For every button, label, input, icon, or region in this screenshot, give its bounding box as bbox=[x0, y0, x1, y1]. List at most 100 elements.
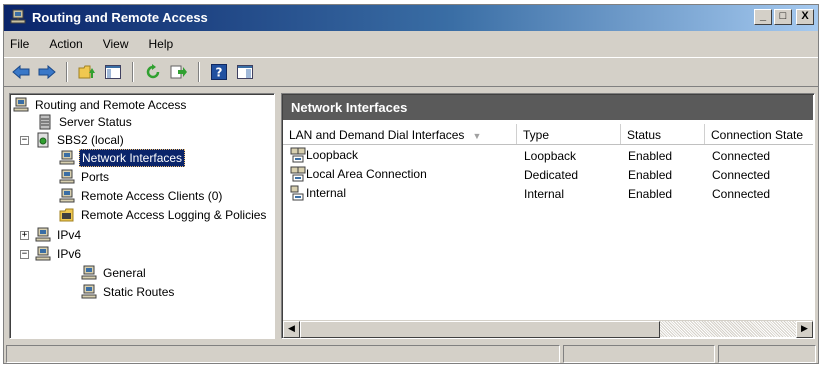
ports-icon bbox=[59, 169, 75, 184]
tree-item-logging-policies[interactable]: Remote Access Logging & Policies bbox=[59, 206, 268, 224]
toolbar-separator bbox=[132, 62, 134, 82]
menu-file[interactable]: File bbox=[10, 37, 29, 51]
server-icon bbox=[37, 132, 49, 148]
routing-app-icon bbox=[10, 9, 26, 24]
export-list-icon bbox=[170, 65, 187, 79]
cell-connection-state: Connected bbox=[712, 187, 771, 201]
show-hide-tree-button[interactable] bbox=[102, 61, 124, 83]
back-button[interactable] bbox=[10, 61, 32, 83]
properties-view-button[interactable] bbox=[234, 61, 256, 83]
status-segment bbox=[562, 345, 716, 363]
list-header: LAN and Demand Dial Interfaces ▼ Type Sta… bbox=[283, 124, 813, 145]
tree-item-remote-access-clients[interactable]: Remote Access Clients (0) bbox=[59, 187, 224, 205]
cell-type: Loopback bbox=[524, 149, 577, 163]
tree-label: Network Interfaces bbox=[79, 149, 186, 167]
minimize-button[interactable]: _ bbox=[754, 9, 772, 25]
remote-clients-icon bbox=[59, 188, 75, 203]
static-routes-icon bbox=[81, 284, 97, 299]
tree-label: SBS2 (local) bbox=[57, 133, 124, 147]
tree-label: Routing and Remote Access bbox=[35, 98, 187, 112]
cell-status: Enabled bbox=[628, 149, 673, 163]
status-segment bbox=[6, 345, 560, 363]
toolbar-separator bbox=[198, 62, 200, 82]
menu-action[interactable]: Action bbox=[49, 37, 82, 51]
maximize-button[interactable]: □ bbox=[774, 9, 792, 25]
tree-label: Remote Access Logging & Policies bbox=[81, 208, 267, 222]
refresh-icon bbox=[146, 64, 160, 79]
tree-item-routing-root[interactable]: Routing and Remote Access bbox=[13, 96, 188, 114]
network-adapter-icon bbox=[290, 147, 306, 163]
network-interface-icon bbox=[59, 150, 75, 165]
tree-item-server[interactable]: − SBS2 (local) bbox=[20, 131, 126, 149]
interface-name: Loopback bbox=[306, 148, 359, 162]
cell-interface: Loopback bbox=[290, 147, 358, 163]
menu-view[interactable]: View bbox=[103, 37, 129, 51]
export-list-button[interactable] bbox=[168, 61, 190, 83]
console-tree[interactable]: Routing and Remote Access Server Status … bbox=[9, 93, 275, 339]
menu-help[interactable]: Help bbox=[149, 37, 174, 51]
help-icon: ? bbox=[211, 64, 227, 80]
server-computer-icon bbox=[13, 97, 29, 112]
column-label: LAN and Demand Dial Interfaces bbox=[289, 128, 465, 142]
tree-label: Server Status bbox=[59, 115, 132, 129]
svg-text:?: ? bbox=[216, 66, 223, 80]
cell-connection-state: Connected bbox=[712, 149, 771, 163]
tree-label: Static Routes bbox=[103, 285, 175, 299]
cell-type: Dedicated bbox=[524, 168, 579, 182]
collapse-toggle[interactable]: − bbox=[20, 135, 29, 145]
details-pane: Network Interfaces LAN and Demand Dial I… bbox=[281, 93, 815, 339]
scroll-right-button[interactable]: ▶ bbox=[796, 321, 813, 338]
help-button[interactable]: ? bbox=[208, 61, 230, 83]
server-status-icon bbox=[39, 114, 51, 130]
show-hide-tree-icon bbox=[105, 65, 121, 79]
scroll-thumb[interactable] bbox=[300, 321, 660, 338]
up-one-level-button[interactable] bbox=[76, 61, 98, 83]
column-header-type[interactable]: Type bbox=[517, 124, 621, 144]
details-title: Network Interfaces bbox=[283, 95, 813, 120]
interface-name: Internal bbox=[306, 186, 347, 200]
ipv4-icon bbox=[35, 227, 51, 242]
main-window: Routing and Remote Access _ □ X File Act… bbox=[3, 4, 819, 364]
column-header-connection-state[interactable]: Connection State bbox=[705, 124, 814, 144]
cell-interface: Local Area Connection bbox=[290, 166, 427, 182]
tree-item-static-routes[interactable]: Static Routes bbox=[81, 283, 176, 301]
tree-item-ports[interactable]: Ports bbox=[59, 168, 111, 186]
ipv6-icon bbox=[35, 246, 51, 261]
menu-bar: File Action View Help bbox=[4, 32, 818, 56]
cell-status: Enabled bbox=[628, 187, 673, 201]
interface-name: Local Area Connection bbox=[306, 167, 427, 181]
collapse-toggle[interactable]: − bbox=[20, 249, 29, 259]
tree-item-ipv4[interactable]: + IPv4 bbox=[20, 226, 83, 244]
forward-icon bbox=[38, 65, 56, 79]
status-bar bbox=[4, 345, 818, 364]
tree-item-ipv6[interactable]: − IPv6 bbox=[20, 245, 83, 263]
refresh-button[interactable] bbox=[142, 61, 164, 83]
close-button[interactable]: X bbox=[796, 9, 814, 25]
toolbar: ? bbox=[4, 57, 818, 87]
column-header-interfaces[interactable]: LAN and Demand Dial Interfaces ▼ bbox=[283, 124, 517, 144]
title-bar[interactable]: Routing and Remote Access _ □ X bbox=[4, 5, 818, 31]
scroll-left-button[interactable]: ◀ bbox=[283, 321, 300, 338]
up-folder-icon bbox=[78, 65, 95, 79]
tree-label: IPv6 bbox=[57, 247, 82, 261]
tree-item-general[interactable]: General bbox=[81, 264, 148, 282]
sort-arrow-icon: ▼ bbox=[472, 131, 482, 141]
tree-label: Ports bbox=[81, 170, 110, 184]
column-header-status[interactable]: Status bbox=[621, 124, 705, 144]
table-row[interactable]: Internal Internal Enabled Connected bbox=[283, 185, 813, 204]
toolbar-separator bbox=[66, 62, 68, 82]
tree-label: General bbox=[103, 266, 146, 280]
expand-toggle[interactable]: + bbox=[20, 230, 29, 240]
window-title: Routing and Remote Access bbox=[32, 10, 208, 25]
status-segment bbox=[718, 345, 817, 363]
network-adapter-icon bbox=[290, 166, 306, 182]
tree-item-server-status[interactable]: Server Status bbox=[37, 113, 134, 131]
forward-button[interactable] bbox=[36, 61, 58, 83]
table-row[interactable]: Loopback Loopback Enabled Connected bbox=[283, 147, 813, 166]
tree-item-network-interfaces[interactable]: Network Interfaces bbox=[59, 149, 186, 167]
cell-interface: Internal bbox=[290, 185, 346, 201]
tree-label: Remote Access Clients (0) bbox=[81, 189, 223, 203]
horizontal-scrollbar[interactable]: ◀ ▶ bbox=[283, 320, 813, 338]
table-row[interactable]: Local Area Connection Dedicated Enabled … bbox=[283, 166, 813, 185]
general-icon bbox=[81, 265, 97, 280]
